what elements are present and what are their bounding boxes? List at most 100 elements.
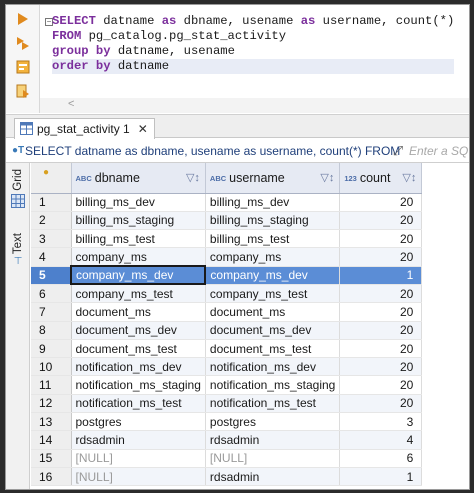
cell-dbname[interactable]: document_ms_test — [71, 339, 206, 359]
row-number[interactable]: 4 — [31, 247, 72, 267]
sql-line[interactable]: group by datname, usename — [52, 44, 454, 59]
row-number[interactable]: 3 — [31, 229, 72, 249]
cell-dbname[interactable]: postgres — [71, 412, 206, 432]
cell-username[interactable]: notification_ms_staging — [205, 375, 341, 395]
sort-filter-icon[interactable]: ▽↕ — [186, 171, 200, 184]
cell-username[interactable]: notification_ms_dev — [205, 357, 341, 377]
row-number[interactable]: 2 — [31, 211, 72, 231]
column-header-username[interactable]: ABC username ▽↕ — [205, 163, 341, 194]
cell-dbname[interactable]: company_ms — [71, 247, 206, 267]
table-row[interactable]: 15 [NULL] [NULL] 6 — [31, 449, 423, 468]
table-row[interactable]: 9 document_ms_test document_ms_test 20 — [31, 339, 423, 359]
tab-pg-stat-activity[interactable]: pg_stat_activity 1 ✕ — [14, 118, 155, 139]
cell-count[interactable]: 20 — [339, 193, 423, 212]
table-row[interactable]: 16 [NULL] rdsadmin 1 — [31, 467, 423, 487]
column-header-dbname[interactable]: ABC dbname ▽↕ — [71, 163, 206, 194]
cell-username[interactable]: company_ms — [205, 247, 341, 267]
cell-username[interactable]: rdsadmin — [205, 467, 341, 487]
table-row[interactable]: 7 document_ms document_ms 20 — [31, 302, 423, 322]
table-row[interactable]: 3 billing_ms_test billing_ms_test 20 — [31, 229, 423, 249]
sql-line[interactable]: FROM pg_catalog.pg_stat_activity — [52, 29, 454, 44]
sql-editor[interactable]: − SELECT datname as dbname, usename as u… — [6, 5, 469, 113]
row-number[interactable]: 10 — [31, 357, 72, 377]
cell-count[interactable]: 6 — [339, 449, 423, 468]
cell-dbname[interactable]: company_ms_test — [71, 284, 206, 304]
cell-username[interactable]: [NULL] — [205, 449, 341, 468]
cell-dbname[interactable]: notification_ms_staging — [71, 375, 206, 395]
cell-count[interactable]: 20 — [339, 357, 423, 377]
table-row[interactable]: 13 postgres postgres 3 — [31, 412, 423, 432]
cell-count[interactable]: 20 — [339, 394, 423, 414]
table-row[interactable]: 5 company_ms_dev company_ms_dev 1 — [31, 265, 423, 286]
results-grid[interactable]: ● ABC dbname ▽↕ ABC username ▽↕ 123 count ▽… — [31, 163, 469, 489]
grid-view-tab[interactable]: Grid — [8, 169, 28, 208]
row-number[interactable]: 5 — [31, 266, 72, 285]
table-row[interactable]: 1 billing_ms_dev billing_ms_dev 20 — [31, 193, 423, 212]
format-sql-icon[interactable] — [15, 83, 31, 99]
cell-dbname[interactable]: billing_ms_dev — [71, 193, 206, 212]
expand-icon[interactable]: ⤢ — [389, 142, 407, 160]
cell-count[interactable]: 1 — [339, 266, 423, 285]
row-number-header[interactable]: ● — [31, 163, 72, 194]
cell-count[interactable]: 20 — [339, 321, 423, 340]
column-header-count[interactable]: 123 count ▽↕ — [339, 163, 423, 194]
cell-username[interactable]: billing_ms_dev — [205, 193, 341, 212]
cell-count[interactable]: 3 — [339, 412, 423, 432]
cell-dbname[interactable]: rdsadmin — [71, 430, 206, 450]
editor-horizontal-scrollbar[interactable]: < — [40, 98, 469, 113]
sort-filter-icon[interactable]: ▽↕ — [402, 171, 416, 184]
cell-dbname[interactable]: document_ms_dev — [71, 321, 206, 340]
table-row[interactable]: 10 notification_ms_dev notification_ms_dev… — [31, 357, 423, 377]
cell-username[interactable]: document_ms — [205, 302, 341, 322]
cell-count[interactable]: 20 — [339, 302, 423, 322]
cell-dbname[interactable]: billing_ms_staging — [71, 211, 206, 231]
row-number[interactable]: 12 — [31, 394, 72, 414]
text-view-tab[interactable]: Text ⊤ — [8, 233, 28, 267]
cell-username[interactable]: rdsadmin — [205, 430, 341, 450]
cell-username[interactable]: company_ms_test — [205, 284, 341, 304]
cell-count[interactable]: 20 — [339, 284, 423, 304]
table-row[interactable]: 8 document_ms_dev document_ms_dev 20 — [31, 321, 423, 340]
cell-username[interactable]: billing_ms_test — [205, 229, 341, 249]
cell-count[interactable]: 20 — [339, 247, 423, 267]
table-row[interactable]: 2 billing_ms_staging billing_ms_staging 20 — [31, 211, 423, 231]
cell-count[interactable]: 20 — [339, 339, 423, 359]
sql-line[interactable]: order by datname — [52, 59, 455, 74]
row-number[interactable]: 8 — [31, 321, 72, 340]
explain-plan-icon[interactable] — [15, 59, 31, 75]
cell-username[interactable]: notification_ms_test — [205, 394, 341, 414]
sort-filter-icon[interactable]: ▽↕ — [320, 171, 334, 184]
table-row[interactable]: 4 company_ms company_ms 20 — [31, 247, 423, 267]
execute-script-icon[interactable] — [15, 35, 31, 51]
sql-line[interactable]: SELECT datname as dbname, usename as use… — [52, 14, 454, 29]
cell-count[interactable]: 20 — [339, 375, 423, 395]
row-number[interactable]: 1 — [31, 193, 72, 212]
scroll-left-icon[interactable]: < — [68, 98, 74, 110]
cell-username[interactable]: company_ms_dev — [205, 266, 341, 285]
cell-username[interactable]: postgres — [205, 412, 341, 432]
cell-count[interactable]: 1 — [339, 467, 423, 487]
table-row[interactable]: 14 rdsadmin rdsadmin 4 — [31, 430, 423, 450]
table-row[interactable]: 12 notification_ms_test notification_ms_te… — [31, 394, 423, 414]
cell-count[interactable]: 20 — [339, 229, 423, 249]
row-number[interactable]: 16 — [31, 467, 72, 487]
row-number[interactable]: 7 — [31, 302, 72, 322]
close-icon[interactable]: ✕ — [138, 122, 148, 136]
row-number[interactable]: 15 — [31, 449, 72, 468]
cell-dbname[interactable]: [NULL] — [71, 467, 206, 487]
cell-dbname[interactable]: company_ms_dev — [69, 265, 207, 286]
row-number[interactable]: 11 — [31, 375, 72, 395]
cell-username[interactable]: document_ms_test — [205, 339, 341, 359]
cell-dbname[interactable]: [NULL] — [71, 449, 206, 468]
row-number[interactable]: 6 — [31, 284, 72, 304]
cell-count[interactable]: 20 — [339, 211, 423, 231]
row-number[interactable]: 9 — [31, 339, 72, 359]
cell-dbname[interactable]: document_ms — [71, 302, 206, 322]
cell-dbname[interactable]: notification_ms_dev — [71, 357, 206, 377]
cell-dbname[interactable]: billing_ms_test — [71, 229, 206, 249]
table-row[interactable]: 6 company_ms_test company_ms_test 20 — [31, 284, 423, 304]
table-row[interactable]: 11 notification_ms_staging notification_ms… — [31, 375, 423, 395]
cell-dbname[interactable]: notification_ms_test — [71, 394, 206, 414]
sql-code[interactable]: SELECT datname as dbname, usename as use… — [52, 14, 455, 74]
row-number[interactable]: 14 — [31, 430, 72, 450]
